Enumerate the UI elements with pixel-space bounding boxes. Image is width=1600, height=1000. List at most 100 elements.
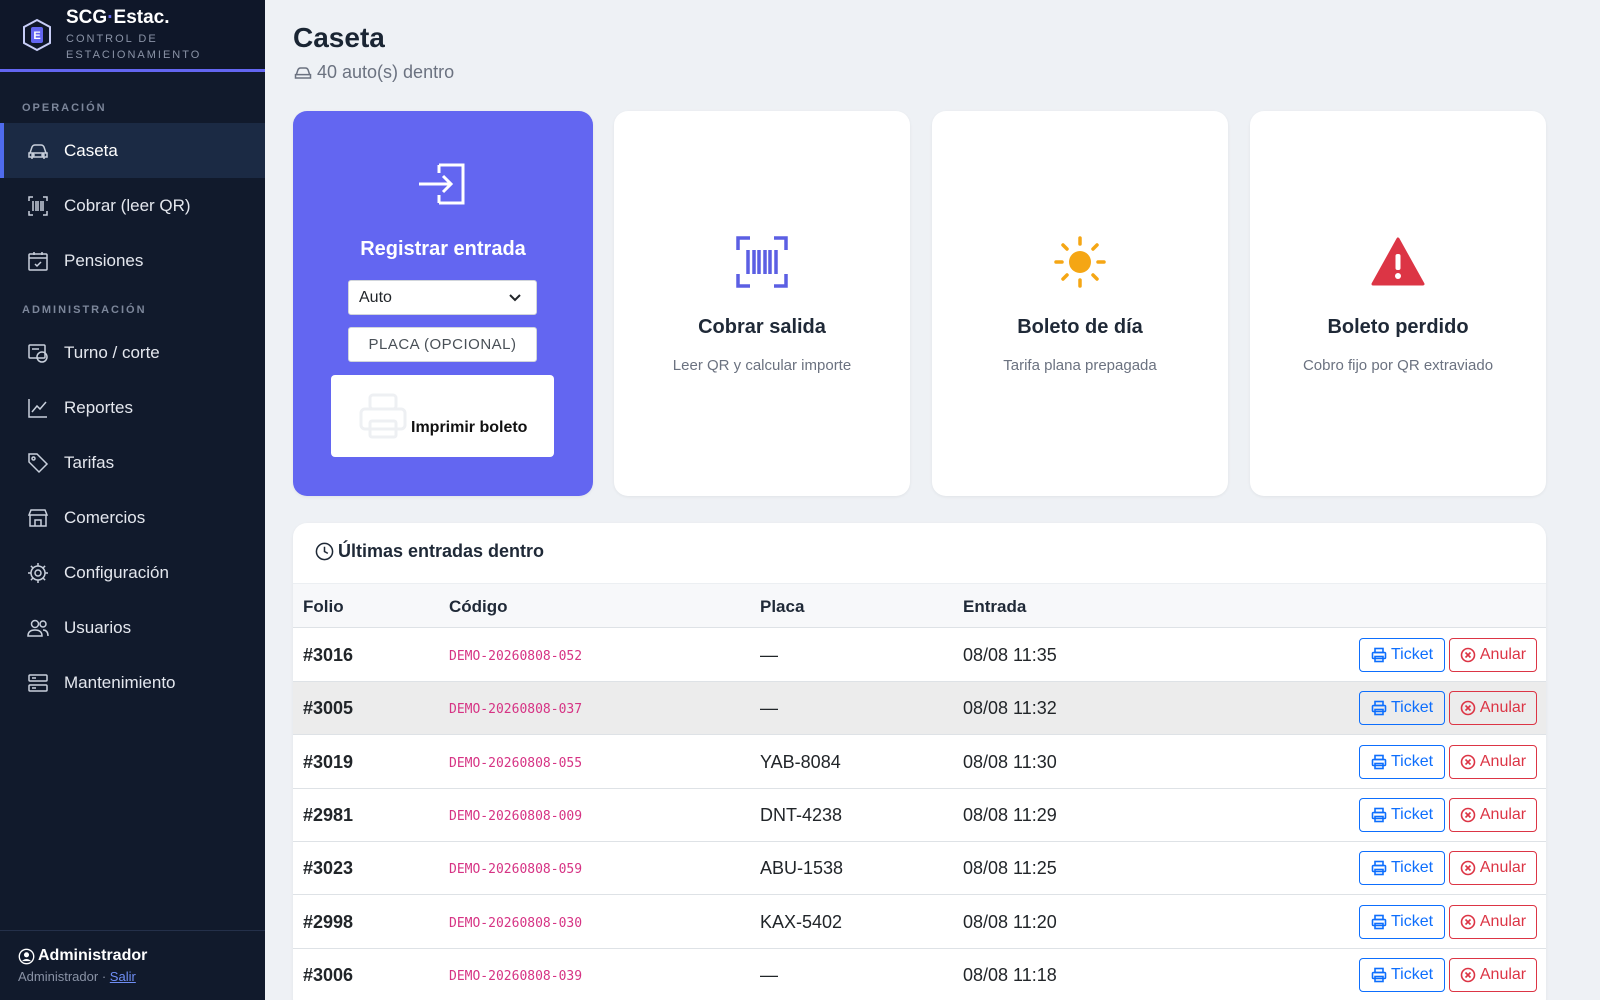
- printer-icon: [1371, 647, 1387, 663]
- code-cell: DEMO-20260808-039: [449, 968, 583, 984]
- sidebar-item-label: Reportes: [64, 397, 133, 417]
- void-button-label: Anular: [1479, 752, 1527, 770]
- sidebar-item-label: Pensiones: [64, 250, 144, 270]
- void-button[interactable]: Anular: [1449, 638, 1537, 672]
- ticket-button[interactable]: Ticket: [1359, 797, 1445, 832]
- page-title: Caseta: [293, 22, 385, 53]
- charge-exit-desc: Leer QR y calcular importe: [672, 357, 852, 374]
- void-button-label: Anular: [1479, 859, 1527, 877]
- x-circle-icon: [1460, 914, 1476, 929]
- sidebar-item-tarifas[interactable]: Tarifas: [0, 435, 265, 490]
- print-ticket-label: Imprimir boleto: [411, 419, 528, 436]
- vehicle-type-select[interactable]: Auto: [348, 280, 537, 315]
- x-circle-icon: [1460, 967, 1476, 983]
- day-ticket-card[interactable]: Boleto de día Tarifa plana prepagada: [932, 111, 1228, 496]
- column-header-entrada: Entrada: [963, 597, 1027, 616]
- plate-input[interactable]: PLACA (OPCIONAL): [348, 327, 537, 362]
- sidebar-item-label: Cobrar (leer QR): [64, 195, 191, 215]
- void-button[interactable]: Anular: [1449, 691, 1537, 726]
- lost-ticket-card[interactable]: Boleto perdido Cobro fijo por QR extravi…: [1250, 111, 1546, 496]
- void-button[interactable]: Anular: [1449, 851, 1537, 886]
- void-button[interactable]: Anular: [1449, 957, 1537, 992]
- code-cell: DEMO-20260808-055: [449, 755, 583, 771]
- plate-cell: —: [760, 964, 778, 985]
- printer-icon: [1371, 860, 1387, 876]
- sidebar-item-cobrar[interactable]: Cobrar (leer QR): [0, 178, 265, 233]
- sidebar-item-comercios[interactable]: Comercios: [0, 490, 265, 545]
- user-name-text: Administrador: [38, 947, 148, 964]
- sidebar-item-mantenimiento[interactable]: Mantenimiento: [0, 655, 265, 710]
- code-cell: DEMO-20260808-009: [449, 808, 583, 824]
- brand-subtitle: CONTROL DE ESTACIONAMIENTO: [66, 31, 201, 63]
- cars-inside-count: 40 auto(s) dentro: [317, 62, 455, 82]
- sidebar-item-label: Caseta: [64, 140, 118, 160]
- folio-cell: #3023: [303, 858, 354, 879]
- folio-cell: #3019: [303, 751, 354, 772]
- recent-entries-card: Últimas entradas dentro Folio Código Pla…: [293, 523, 1546, 1000]
- section-label-admin: ADMINISTRACIÓN: [22, 304, 147, 316]
- void-button[interactable]: Anular: [1449, 797, 1537, 832]
- void-button[interactable]: Anular: [1449, 744, 1537, 779]
- shop-icon: [27, 508, 49, 527]
- printer-icon: [359, 393, 407, 439]
- warning-triangle-icon: [1371, 237, 1425, 286]
- plate-cell: —: [760, 645, 778, 665]
- sidebar-item-label: Turno / corte: [64, 342, 160, 362]
- table-row: #2998 DEMO-20260808-030 KAX-5402 08/08 11:2…: [293, 896, 1546, 949]
- plate-cell: YAB-8084: [760, 751, 841, 772]
- chevron-down-icon: [509, 294, 521, 302]
- printer-icon: [1371, 967, 1387, 983]
- entry-time-cell: 08/08 11:29: [963, 804, 1057, 825]
- vehicle-type-value: Auto: [359, 289, 392, 306]
- chart-line-icon: [28, 398, 47, 418]
- sidebar-item-reportes[interactable]: Reportes: [0, 380, 265, 435]
- charge-exit-card[interactable]: Cobrar salida Leer QR y calcular importe: [614, 111, 910, 496]
- ticket-button[interactable]: Ticket: [1359, 904, 1445, 939]
- void-button-label: Anular: [1479, 965, 1527, 983]
- ticket-button[interactable]: Ticket: [1359, 638, 1445, 672]
- brand-title: SCG·Estac.: [66, 7, 201, 29]
- recent-entries-title-text: Últimas entradas dentro: [338, 541, 545, 561]
- sidebar-item-pensiones[interactable]: Pensiones: [0, 233, 265, 288]
- ticket-button[interactable]: Ticket: [1359, 851, 1445, 886]
- brand-subtitle-line1: CONTROL DE: [66, 32, 158, 45]
- folio-cell: #3006: [303, 964, 354, 985]
- table-row: #3006 DEMO-20260808-039 — 08/08 11:18 Ticket…: [293, 949, 1546, 1000]
- table-row: #3005 DEMO-20260808-037 — 08/08 11:32 Ticket…: [293, 682, 1546, 736]
- entry-time-cell: 08/08 11:25: [963, 858, 1057, 879]
- ticket-button-label: Ticket: [1390, 805, 1434, 823]
- register-entry-card: Registrar entrada Auto PLACA (OPCIONAL) …: [293, 111, 593, 496]
- column-header-codigo: Código: [449, 597, 508, 616]
- plate-cell: ABU-1538: [760, 858, 844, 879]
- x-circle-icon: [1460, 754, 1476, 769]
- column-header-placa: Placa: [760, 597, 805, 616]
- code-cell: DEMO-20260808-052: [449, 649, 583, 664]
- barcode-scan-icon: [28, 195, 48, 216]
- sidebar-item-turno[interactable]: Turno / corte: [0, 325, 265, 380]
- sidebar-item-label: Mantenimiento: [64, 672, 176, 692]
- logout-link[interactable]: Salir: [110, 969, 136, 984]
- code-cell: DEMO-20260808-030: [449, 915, 583, 931]
- ticket-button[interactable]: Ticket: [1359, 691, 1445, 726]
- sidebar-item-caseta[interactable]: Caseta: [0, 123, 265, 178]
- user-role-text: Administrador: [18, 969, 99, 984]
- recent-entries-title: Últimas entradas dentro: [315, 541, 544, 562]
- table-row: #3023 DEMO-20260808-059 ABU-1538 08/08 11:2…: [293, 842, 1546, 896]
- gear-icon: [28, 562, 48, 583]
- void-button[interactable]: Anular: [1449, 904, 1537, 939]
- ticket-button[interactable]: Ticket: [1359, 744, 1445, 779]
- ticket-button-label: Ticket: [1390, 965, 1434, 983]
- print-ticket-button[interactable]: Imprimir boleto: [331, 375, 554, 457]
- entry-time-cell: 08/08 11:32: [963, 698, 1057, 719]
- sidebar-item-usuarios[interactable]: Usuarios: [0, 600, 265, 655]
- brand-title-part2: Estac.: [113, 6, 170, 28]
- brand-title-part1: SCG: [66, 6, 108, 28]
- x-circle-icon: [1460, 807, 1476, 823]
- day-ticket-title: Boleto de día: [1017, 316, 1143, 338]
- sidebar-item-configuracion[interactable]: Configuración: [0, 545, 265, 600]
- sidebar-item-label: Tarifas: [64, 452, 115, 472]
- people-icon: [27, 619, 49, 637]
- clock-icon: [315, 542, 334, 561]
- car-icon: [28, 143, 48, 159]
- ticket-button[interactable]: Ticket: [1359, 957, 1445, 992]
